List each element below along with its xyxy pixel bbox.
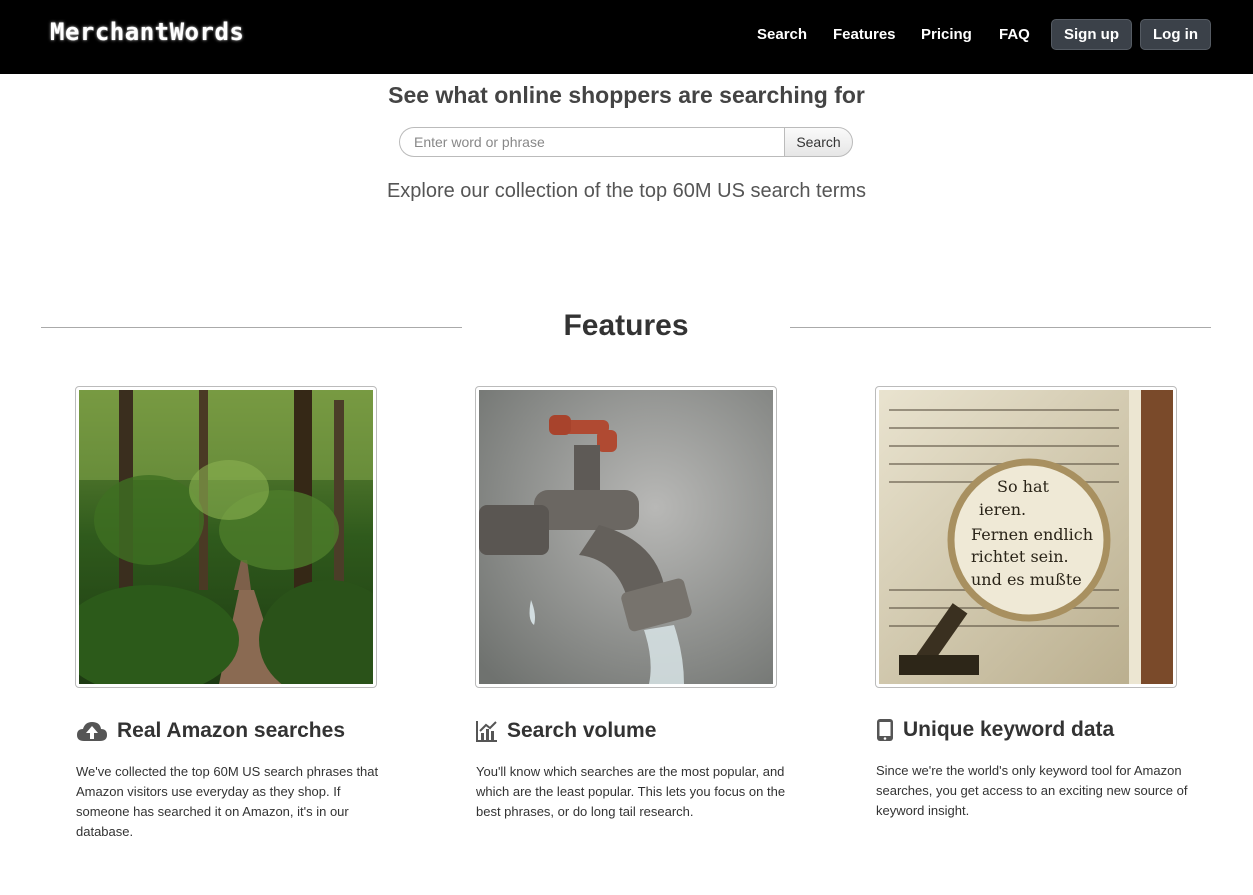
magnifying-glass-book-photo: So hat ieren. Fernen endlich richtet sei… xyxy=(875,386,1177,688)
svg-text:ieren.: ieren. xyxy=(979,500,1026,519)
hero-subtitle: Explore our collection of the top 60M US… xyxy=(386,180,867,202)
divider-right xyxy=(790,327,1211,328)
top-navbar: MerchantWords Search Features Pricing FA… xyxy=(0,0,1253,74)
nav-link-search[interactable]: Search xyxy=(757,26,807,43)
svg-text:So hat: So hat xyxy=(997,477,1050,496)
mobile-phone-icon xyxy=(876,718,894,742)
feature-title-real-searches: Real Amazon searches xyxy=(76,719,345,743)
search-input[interactable] xyxy=(399,127,785,157)
svg-text:und es mußte: und es mußte xyxy=(971,570,1082,589)
nav-link-faq[interactable]: FAQ xyxy=(999,26,1030,43)
feature-title-label: Unique keyword data xyxy=(903,718,1115,741)
bar-chart-icon xyxy=(476,720,498,742)
nav-link-pricing[interactable]: Pricing xyxy=(921,26,972,43)
forest-path-photo xyxy=(75,386,377,688)
login-button[interactable]: Log in xyxy=(1140,19,1211,50)
feature-title-keyword-data: Unique keyword data xyxy=(876,718,1114,742)
feature-text-real-searches: We've collected the top 60M US search ph… xyxy=(76,764,379,839)
feature-text-search-volume: You'll know which searches are the most … xyxy=(476,764,786,819)
brand-logo[interactable]: MerchantWords xyxy=(50,18,244,46)
faucet-photo xyxy=(475,386,777,688)
search-bar: Search xyxy=(399,127,853,157)
hero-title: See what online shoppers are searching f… xyxy=(388,82,865,108)
svg-text:richtet sein.: richtet sein. xyxy=(971,547,1069,566)
feature-title-label: Search volume xyxy=(507,719,657,742)
search-button[interactable]: Search xyxy=(784,127,853,157)
feature-title-search-volume: Search volume xyxy=(476,719,656,743)
feature-text-keyword-data: Since we're the world's only keyword too… xyxy=(876,763,1188,818)
nav-link-features[interactable]: Features xyxy=(833,26,896,43)
features-heading: Features xyxy=(563,309,689,342)
divider-left xyxy=(41,327,462,328)
signup-button[interactable]: Sign up xyxy=(1051,19,1132,50)
feature-title-label: Real Amazon searches xyxy=(117,719,345,742)
cloud-upload-icon xyxy=(76,720,108,742)
svg-text:Fernen endlich: Fernen endlich xyxy=(971,525,1093,544)
